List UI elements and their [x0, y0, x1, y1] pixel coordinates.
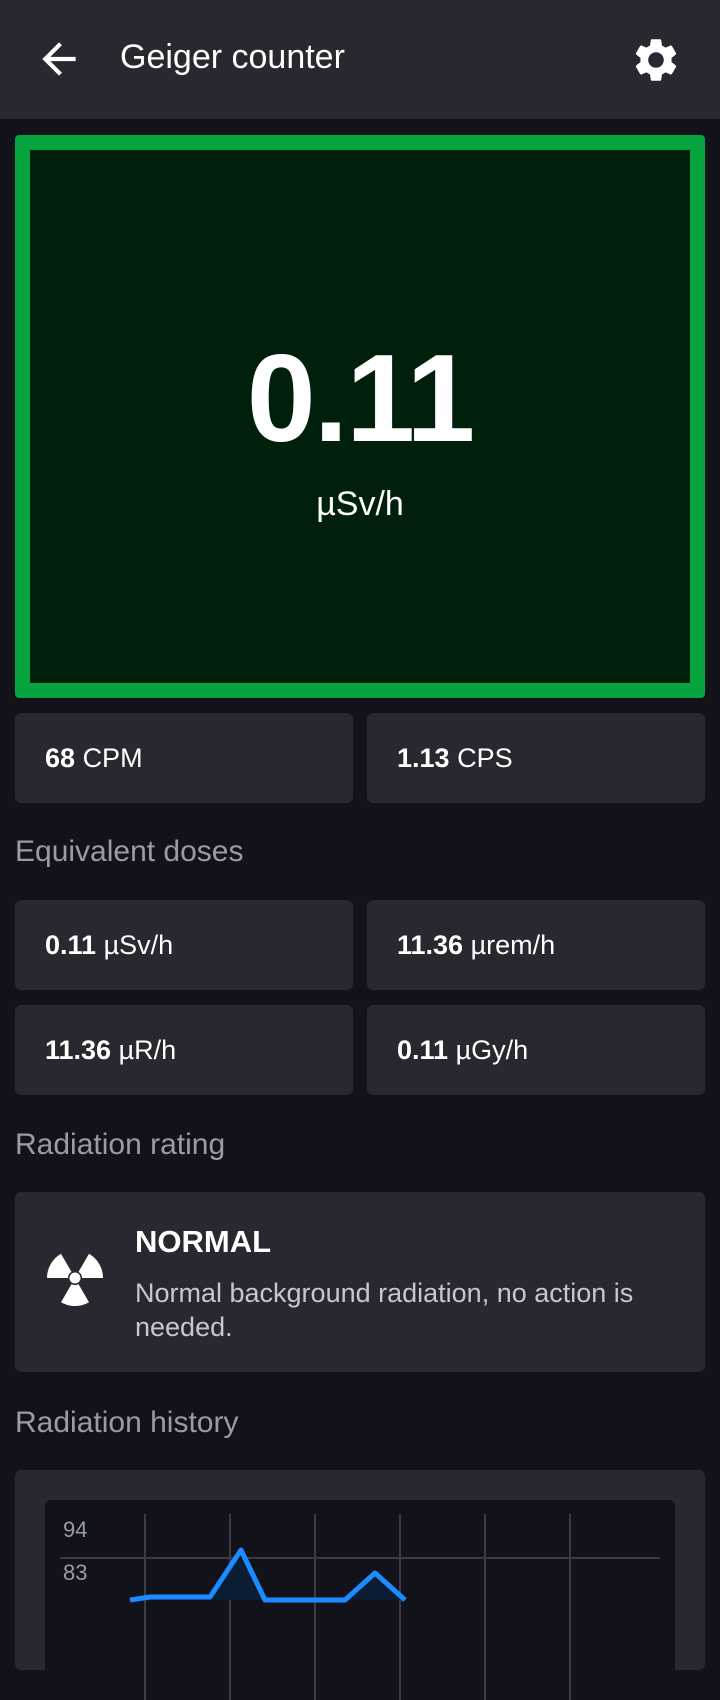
cps-card: 1.13 CPS — [367, 713, 705, 803]
cpm-value: 68 — [45, 743, 76, 773]
radiation-rating-card: NORMAL Normal background radiation, no a… — [15, 1192, 705, 1372]
history-chart-svg: 94 83 — [60, 1514, 660, 1700]
gear-icon — [635, 39, 677, 81]
dose-unit: µGy/h — [455, 1035, 529, 1065]
dose-value: 0.11 — [45, 930, 97, 960]
history-chart: 94 83 — [45, 1500, 675, 1700]
rating-description: Normal background radiation, no action i… — [135, 1278, 634, 1342]
cpm-unit: CPM — [82, 743, 143, 773]
radiation-history-card: 94 83 — [15, 1470, 705, 1700]
equivalent-doses-title: Equivalent doses — [15, 835, 244, 868]
cps-value: 1.13 — [397, 743, 450, 773]
equivalent-dose-card: 11.36 µrem/h — [367, 900, 705, 990]
rating-level: NORMAL — [135, 1224, 272, 1259]
equivalent-dose-card: 0.11 µSv/h — [15, 900, 353, 990]
dose-value: 11.36 — [397, 930, 464, 960]
equivalent-dose-card: 11.36 µR/h — [15, 1005, 353, 1095]
app-title: Geiger counter — [120, 38, 345, 76]
radiation-rating-title: Radiation rating — [15, 1128, 226, 1161]
dose-value: 0.11 — [397, 1035, 449, 1065]
dose-value: 11.36 — [45, 1035, 112, 1065]
dose-unit: µR/h — [118, 1035, 177, 1065]
dose-rate-panel: 0.11 µSv/h — [15, 135, 705, 698]
dose-rate-value: 0.11 — [246, 330, 476, 468]
dose-unit: µSv/h — [103, 930, 174, 960]
y-tick-label: 83 — [63, 1560, 87, 1585]
cpm-card: 68 CPM — [15, 713, 353, 803]
settings-button[interactable] — [630, 34, 682, 86]
app-bar: Geiger counter — [0, 0, 720, 119]
radiation-icon — [47, 1253, 103, 1306]
dose-rate-unit: µSv/h — [316, 485, 404, 523]
radiation-history-title: Radiation history — [15, 1406, 239, 1439]
cps-unit: CPS — [457, 743, 513, 773]
arrow-left-icon — [42, 42, 76, 76]
dose-unit: µrem/h — [470, 930, 556, 960]
grid — [60, 1514, 660, 1700]
y-tick-label: 94 — [63, 1517, 87, 1542]
back-button[interactable] — [34, 34, 84, 84]
equivalent-dose-card: 0.11 µGy/h — [367, 1005, 705, 1095]
